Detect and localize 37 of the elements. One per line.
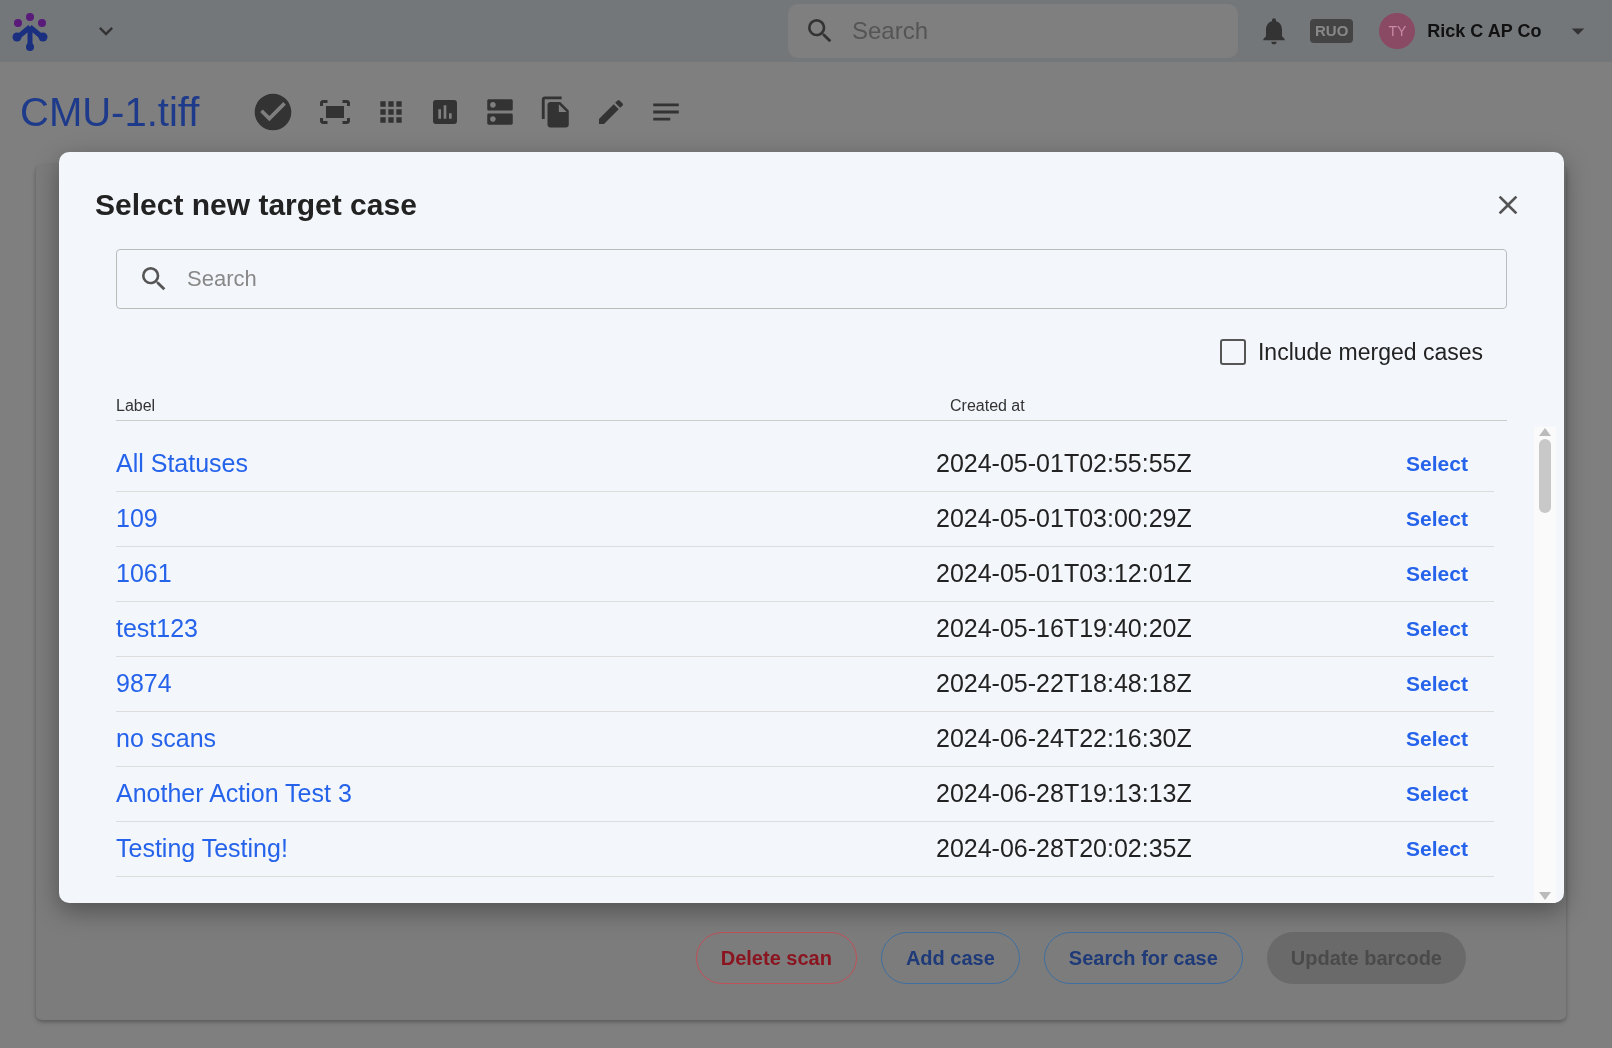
case-label-link[interactable]: 9874: [116, 664, 936, 703]
scroll-down-icon[interactable]: [1538, 891, 1552, 901]
checkbox[interactable]: [1220, 339, 1246, 366]
ruo-badge: RUO: [1310, 18, 1354, 44]
select-link[interactable]: Select: [1406, 502, 1468, 535]
user-name[interactable]: Rick C AP Co: [1427, 17, 1542, 45]
created-at-cell-text: 2024-06-28T19:13:13Z: [936, 777, 1193, 809]
select-link[interactable]: Select: [1406, 612, 1468, 645]
checkbox-label: Include merged cases: [1258, 338, 1483, 367]
column-header: Label: [116, 395, 157, 416]
column-header: Created at: [950, 395, 1025, 416]
created-at-cell-text: 2024-06-28T20:02:35Z: [936, 832, 1193, 864]
case-label-link[interactable]: Testing Testing!: [116, 829, 936, 868]
created-at-cell-text: 2024-05-01T03:00:29Z: [936, 502, 1193, 534]
select-link[interactable]: Select: [1406, 447, 1468, 480]
case-label-link[interactable]: 1061: [116, 554, 936, 593]
scroll-thumb[interactable]: [1539, 438, 1551, 513]
created-at-cell-text: 2024-05-01T02:55:55Z: [936, 447, 1193, 479]
case-label-link[interactable]: Another Action Test 3: [116, 774, 936, 813]
case-label-link[interactable]: test123: [116, 609, 936, 648]
case-label-link[interactable]: All Statuses: [116, 444, 936, 483]
select-link[interactable]: Select: [1406, 722, 1468, 755]
scrollbar[interactable]: [1534, 426, 1556, 903]
created-at-cell-text: 2024-05-22T18:48:18Z: [936, 667, 1193, 699]
created-at-cell-text: 2024-05-01T03:12:01Z: [936, 557, 1193, 589]
case-label-link[interactable]: 109: [116, 499, 936, 538]
page-title: CMU-1.tiff: [20, 89, 200, 136]
created-at-cell-text: 2024-05-16T19:40:20Z: [936, 612, 1193, 644]
dialog-search-field[interactable]: Search: [116, 249, 1507, 309]
select-link[interactable]: Select: [1406, 557, 1468, 590]
logo-icon[interactable]: [10, 11, 50, 51]
dialog-title: Select new target case: [95, 187, 417, 223]
select-link[interactable]: Select: [1406, 832, 1468, 865]
created-at-cell-text: 2024-06-24T22:16:30Z: [936, 722, 1193, 754]
select-link[interactable]: Select: [1406, 667, 1468, 700]
case-label-link[interactable]: no scans: [116, 719, 936, 758]
select-link[interactable]: Select: [1406, 777, 1468, 810]
